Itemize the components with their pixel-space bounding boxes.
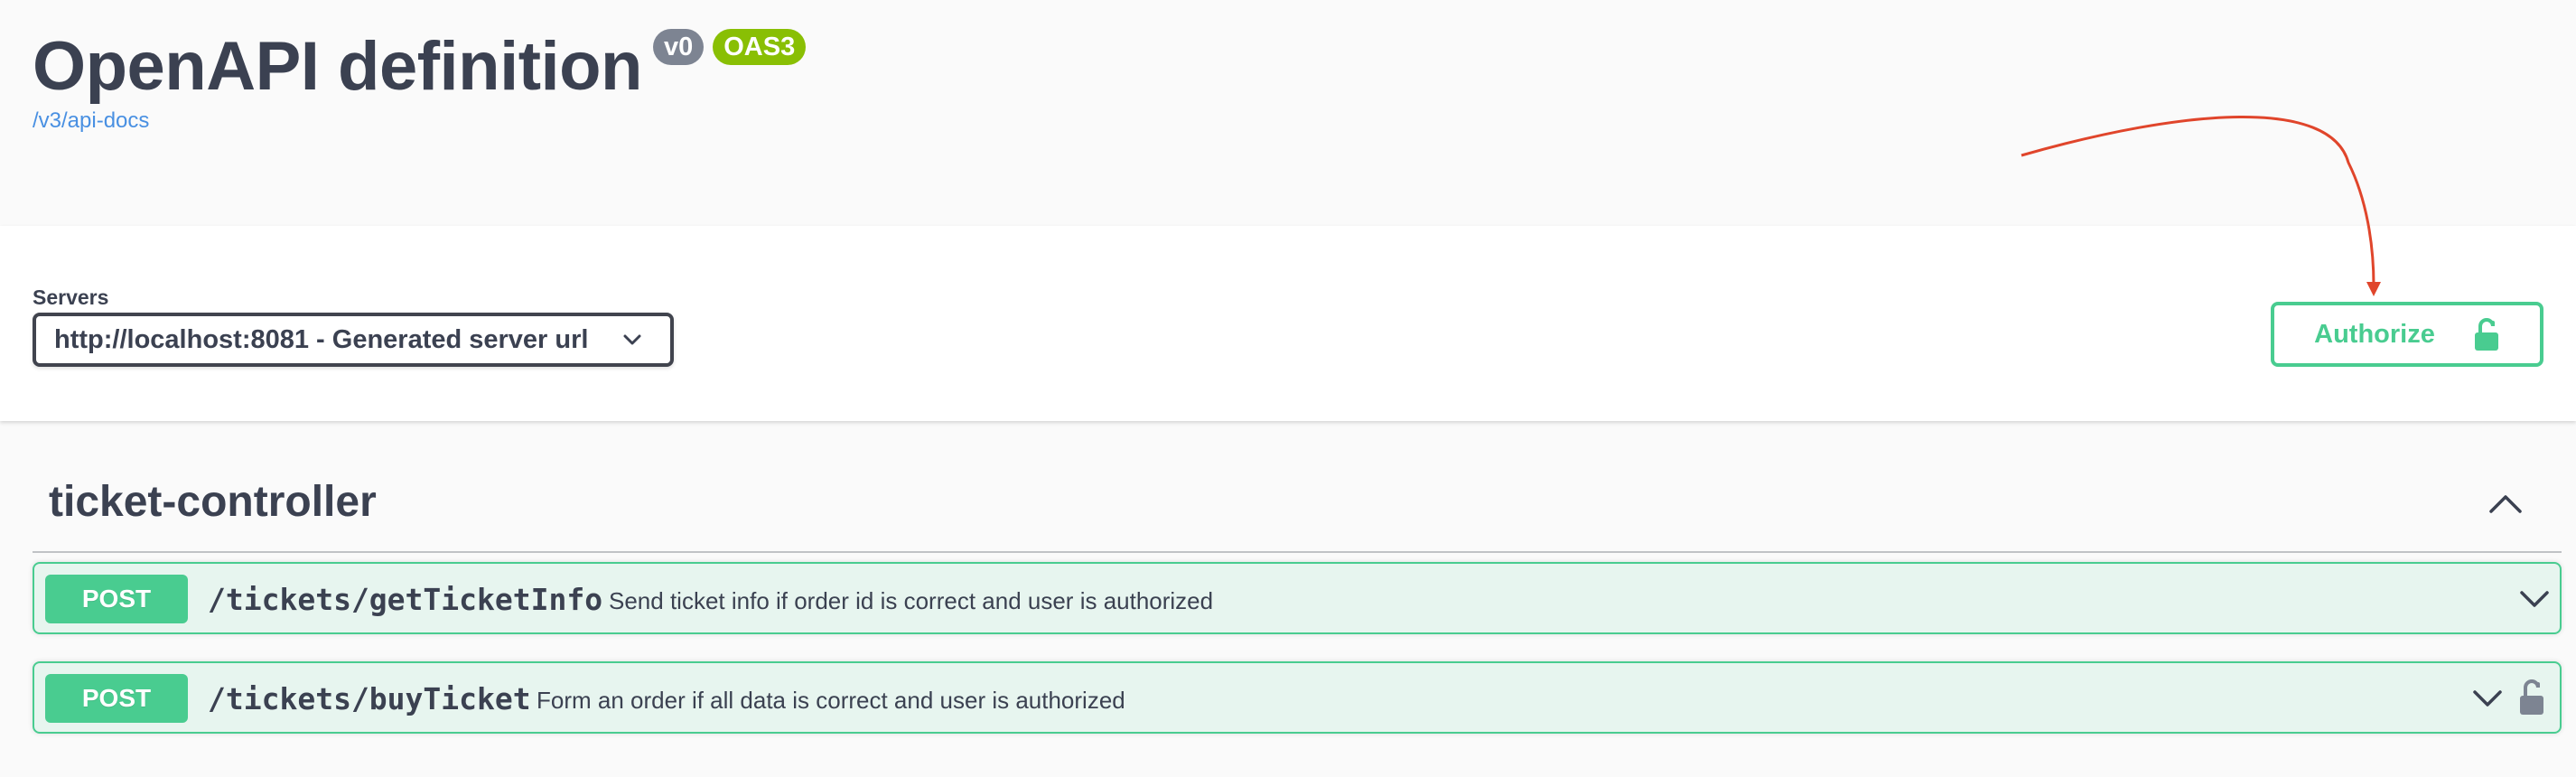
server-select[interactable]: http://localhost:8081 - Generated server… [33, 313, 674, 367]
lock-open-icon[interactable] [2518, 678, 2545, 716]
scheme-container: Servers http://localhost:8081 - Generate… [0, 226, 2576, 421]
method-badge: POST [45, 575, 188, 623]
method-badge: POST [45, 674, 188, 723]
server-select-value: http://localhost:8081 - Generated server… [54, 324, 589, 354]
operation-summary: Send ticket info if order id is correct … [609, 587, 1214, 614]
chevron-down-icon[interactable] [2471, 685, 2504, 712]
page-title: OpenAPI definition [33, 28, 642, 105]
operation-row[interactable]: POST /tickets/buyTicket Form an order if… [33, 661, 2562, 734]
tag-name: ticket-controller [49, 478, 377, 526]
title-row: OpenAPI definition v0 OAS3 [33, 23, 807, 110]
operation-summary: Form an order if all data is correct and… [537, 687, 1125, 714]
operation-path: /tickets/getTicketInfo [208, 582, 603, 617]
api-docs-link[interactable]: /v3/api-docs [33, 108, 149, 134]
tag-section-header[interactable]: ticket-controller [33, 457, 2562, 553]
chevron-up-icon[interactable] [2486, 484, 2525, 524]
lock-open-icon [2474, 318, 2498, 351]
operation-row[interactable]: POST /tickets/getTicketInfo Send ticket … [33, 562, 2562, 634]
version-badge: v0 [652, 29, 705, 65]
oas-badge: OAS3 [713, 29, 807, 65]
api-info-header: OpenAPI definition v0 OAS3 /v3/api-docs [0, 0, 2576, 226]
operation-path: /tickets/buyTicket [208, 681, 531, 716]
chevron-down-icon[interactable] [2518, 585, 2551, 613]
authorize-label: Authorize [2314, 319, 2435, 349]
servers-label: Servers [33, 286, 109, 309]
authorize-button[interactable]: Authorize [2271, 302, 2543, 367]
chevron-down-icon [623, 334, 641, 345]
